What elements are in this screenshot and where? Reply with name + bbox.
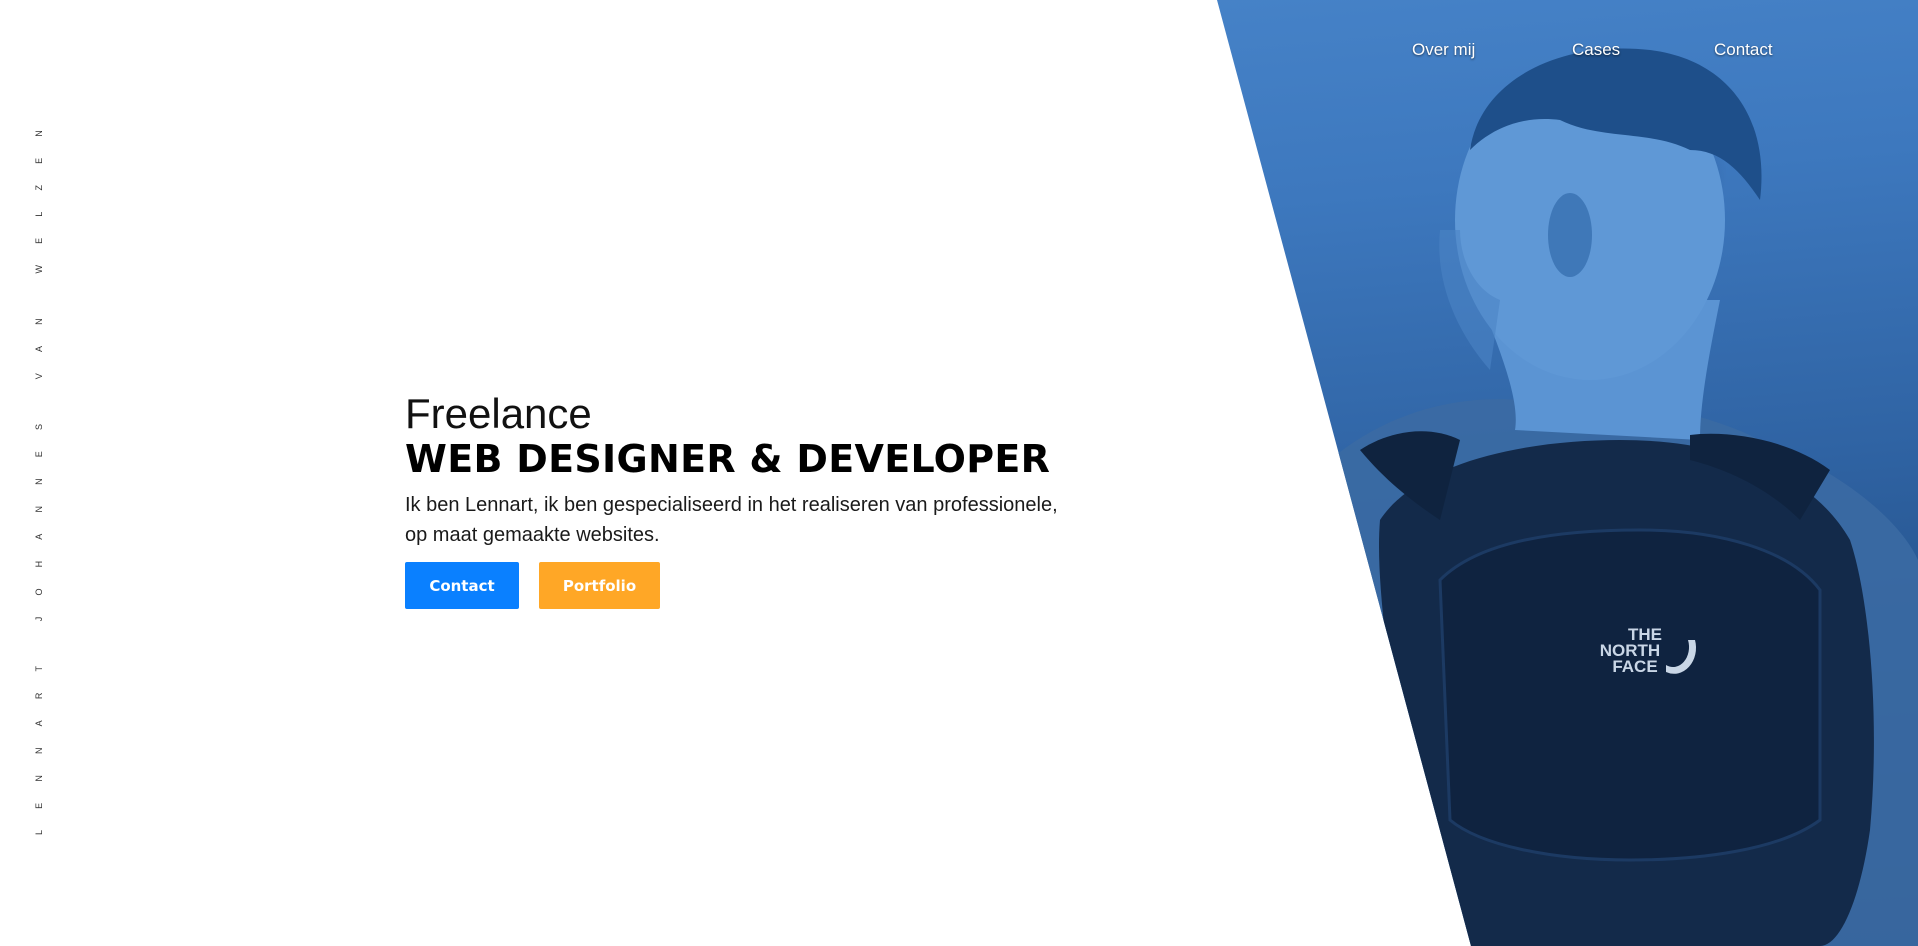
side-name-letter: N xyxy=(34,318,44,325)
side-name-letter: E xyxy=(34,451,44,458)
nav-item-over-mij[interactable]: Over mij xyxy=(1412,40,1475,60)
side-name-letter: N xyxy=(34,130,44,137)
side-name-letter: J xyxy=(34,616,44,622)
hero-subtitle: Freelance xyxy=(405,390,592,437)
side-name-letter: O xyxy=(34,588,44,596)
nav-item-contact[interactable]: Contact xyxy=(1714,40,1773,60)
side-name-letter: E xyxy=(34,157,44,164)
hero-title: WEB DESIGNER & DEVELOPER xyxy=(405,437,1051,481)
side-name-gap xyxy=(34,400,44,403)
side-name-letter: A xyxy=(34,346,44,353)
side-name-gap xyxy=(34,642,44,645)
nav-item-cases[interactable]: Cases xyxy=(1572,40,1620,60)
page: THE NORTH FACE Over mij Cases Contact LE… xyxy=(0,0,1918,946)
side-name-letter: E xyxy=(34,237,44,244)
hero-buttons: Contact Portfolio xyxy=(405,562,1105,609)
side-name-letter: T xyxy=(34,666,44,672)
side-name-letter: A xyxy=(34,533,44,540)
side-name-letter: A xyxy=(34,720,44,727)
side-name-letter: W xyxy=(34,265,44,274)
side-name-vertical: L E N N A R T J O H A N N E S V A N W E L Z E N xyxy=(34,130,48,840)
side-name-letter: S xyxy=(34,424,44,431)
side-name-letter: E xyxy=(34,802,44,809)
top-nav: Over mij Cases Contact xyxy=(0,40,1918,70)
hero-text: Freelance WEB DESIGNER & DEVELOPER Ik be… xyxy=(405,392,1105,609)
side-name-letter: L xyxy=(34,829,44,835)
side-name-letter: N xyxy=(34,747,44,755)
side-name-letter: L xyxy=(34,211,44,217)
side-name-letter: N xyxy=(34,775,44,782)
side-name-text: L E N N A R T J O H A N N E S V A N W E L Z E N xyxy=(34,130,44,835)
side-name-letter: N xyxy=(34,478,44,485)
side-name-letter: N xyxy=(34,506,44,513)
hero-description: Ik ben Lennart, ik ben gespecialiseerd i… xyxy=(405,494,1058,546)
side-name-gap xyxy=(34,295,44,298)
side-name-letter: R xyxy=(34,692,44,700)
side-name-letter: Z xyxy=(34,185,44,191)
side-name-letter: V xyxy=(34,373,44,380)
side-name-letter: H xyxy=(34,560,44,568)
portfolio-button[interactable]: Portfolio xyxy=(539,562,660,609)
contact-button[interactable]: Contact xyxy=(405,562,519,609)
